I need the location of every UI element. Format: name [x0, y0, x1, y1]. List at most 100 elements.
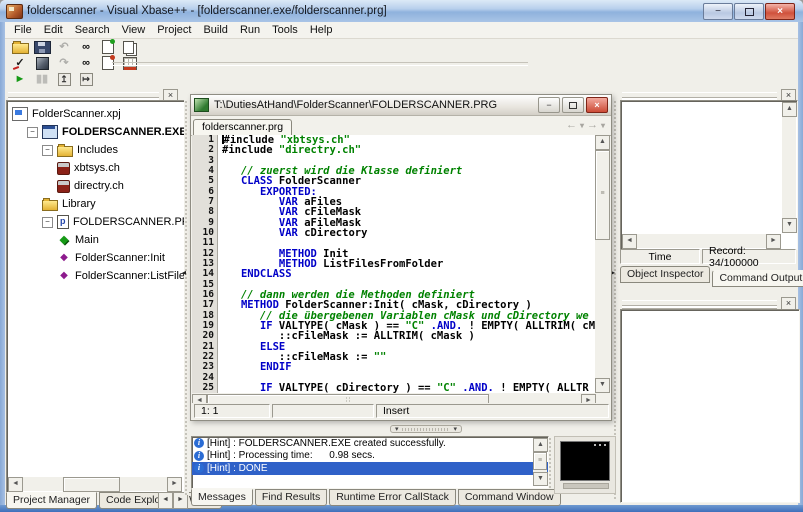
scroll-down-icon[interactable]: ▼ [595, 378, 610, 393]
message-row[interactable]: i[Hint] : Processing time: 0.98 secs. [192, 450, 548, 463]
tree-expander-icon[interactable]: − [42, 217, 53, 228]
tree-item[interactable]: FolderScanner.xpj [7, 107, 185, 121]
tree-item[interactable]: ◆FolderScanner:ListFilesFromFol [7, 269, 185, 283]
menu-view[interactable]: View [116, 23, 152, 37]
open-file-button[interactable] [9, 39, 31, 55]
tree-item[interactable]: xbtsys.ch [7, 161, 185, 175]
tab-runtime-error-callstack[interactable]: Runtime Error CallStack [329, 489, 456, 506]
find-next-button[interactable]: ∞ [75, 55, 97, 71]
minimize-icon: − [546, 100, 551, 110]
menu-project[interactable]: Project [151, 23, 197, 37]
build-exe-button[interactable] [119, 39, 141, 55]
menu-build[interactable]: Build [197, 23, 233, 37]
line-number: 5 [192, 176, 218, 186]
editor-file-tab[interactable]: folderscanner.prg [193, 119, 292, 135]
build-all-button[interactable] [31, 55, 53, 71]
menu-tools[interactable]: Tools [266, 23, 304, 37]
scroll-up-icon[interactable]: ▲ [595, 135, 610, 150]
tab-command-output[interactable]: Command Output [712, 270, 803, 287]
lower-output-area[interactable] [620, 309, 800, 503]
minimize-button[interactable]: − [703, 3, 733, 20]
tab-scroll-left-icon[interactable]: ◄ [158, 492, 173, 509]
tree-item[interactable]: Library [7, 197, 185, 211]
check-syntax-button[interactable]: ✓ [9, 55, 31, 71]
scroll-thumb[interactable] [63, 477, 120, 492]
command-output-area[interactable]: ▲ ▼ ◄ ► [620, 100, 798, 250]
scroll-down-icon[interactable]: ▼ [782, 218, 797, 233]
nav-back-icon[interactable]: ← [566, 119, 577, 131]
editor-restore-button[interactable] [562, 97, 584, 113]
app-preview-window[interactable] [554, 436, 616, 494]
tree-item[interactable]: −FOLDERSCANNER.PRG [7, 215, 185, 229]
pause-button[interactable]: ▮▮ [31, 71, 53, 87]
close-button[interactable]: × [765, 3, 795, 20]
find-next-icon: ∞ [79, 57, 94, 70]
lower-panel-grip[interactable]: × [622, 299, 796, 307]
info-icon: i [194, 438, 204, 448]
menu-edit[interactable]: Edit [38, 23, 69, 37]
tab-object-inspector[interactable]: Object Inspector [620, 266, 710, 283]
nav-forward-icon[interactable]: → [587, 119, 598, 131]
find-icon: ∞ [79, 41, 94, 54]
message-row[interactable]: i[Hint] : DONE [192, 462, 548, 475]
step-over-button[interactable]: ↦ [75, 71, 97, 87]
method-icon: ◆ [57, 270, 71, 282]
include-file-icon [57, 162, 70, 175]
step-into-icon: ↥ [58, 73, 71, 86]
save-button[interactable] [31, 39, 53, 55]
scroll-thumb[interactable]: ≡ [533, 452, 547, 470]
project-panel-grip[interactable]: × [8, 91, 178, 99]
maximize-button[interactable] [734, 3, 764, 20]
tree-expander-icon[interactable]: − [27, 127, 38, 138]
scroll-right-icon[interactable]: ► [167, 477, 182, 492]
tree-item[interactable]: ◆Main [7, 233, 185, 247]
message-row[interactable]: i[Hint] : FOLDERSCANNER.EXE created succ… [192, 437, 548, 450]
editor-window: T:\DutiesAtHand\FolderScanner\FOLDERSCAN… [190, 94, 612, 421]
tab-messages[interactable]: Messages [191, 489, 253, 506]
code-editor[interactable]: 1#include "xbtsys.ch"2#include "directry… [192, 135, 610, 393]
output-vscrollbar[interactable]: ▲ ▼ [782, 102, 796, 233]
tree-item[interactable]: −Includes [7, 143, 185, 157]
messages-vscrollbar[interactable]: ▲ ≡ ▼ [533, 438, 547, 486]
tree-expander-icon[interactable]: − [42, 145, 53, 156]
menu-run[interactable]: Run [234, 23, 266, 37]
collapse-left-icon[interactable]: ◂ [182, 268, 186, 277]
redo-button[interactable]: ↷ [53, 55, 75, 71]
editor-titlebar[interactable]: T:\DutiesAtHand\FolderScanner\FOLDERSCAN… [191, 95, 611, 116]
nav-back-dropdown-icon[interactable]: ▾ [580, 121, 584, 130]
editor-vscrollbar[interactable]: ▲ ≡ ▼ [595, 135, 610, 393]
scroll-up-icon[interactable]: ▲ [533, 438, 548, 452]
tab-project-manager[interactable]: Project Manager [6, 492, 97, 509]
tab-command-window[interactable]: Command Window [458, 489, 561, 506]
tab-find-results[interactable]: Find Results [255, 489, 327, 506]
line-number: 7 [192, 197, 218, 207]
output-collapse-handle[interactable]: ▾ ▾ [390, 425, 462, 433]
compile-file-button[interactable] [97, 39, 119, 55]
menu-file[interactable]: File [8, 23, 38, 37]
inspector-panel-grip[interactable]: × [622, 91, 796, 99]
editor-minimize-button[interactable]: − [538, 97, 560, 113]
scroll-thumb[interactable]: ≡ [595, 150, 610, 240]
step-into-button[interactable]: ↥ [53, 71, 75, 87]
menu-help[interactable]: Help [304, 23, 339, 37]
editor-close-button[interactable]: × [586, 97, 608, 113]
minimize-icon: − [715, 6, 721, 17]
tree-item[interactable]: −FOLDERSCANNER.EXE [7, 125, 185, 139]
scroll-left-icon[interactable]: ◄ [622, 234, 637, 249]
lower-panel-close-button[interactable]: × [781, 297, 796, 310]
method-icon: ◆ [57, 252, 71, 264]
tree-item[interactable]: directry.ch [7, 179, 185, 193]
scroll-left-icon[interactable]: ◄ [8, 477, 23, 492]
scroll-down-icon[interactable]: ▼ [533, 472, 548, 486]
project-tree-hscrollbar[interactable]: ◄ ► [8, 477, 182, 491]
menu-search[interactable]: Search [69, 23, 116, 37]
tree-item[interactable]: ◆FolderScanner:Init [7, 251, 185, 265]
scroll-up-icon[interactable]: ▲ [782, 102, 797, 117]
start-debug-button[interactable]: ► [9, 71, 31, 87]
undo-button[interactable]: ↶ [53, 39, 75, 55]
find-button[interactable]: ∞ [75, 39, 97, 55]
titlebar[interactable]: folderscanner - Visual Xbase++ - [folder… [0, 0, 803, 23]
nav-forward-dropdown-icon[interactable]: ▾ [601, 121, 605, 130]
left-splitter[interactable]: ◂ [184, 100, 189, 495]
line-number: 25 [192, 383, 218, 393]
